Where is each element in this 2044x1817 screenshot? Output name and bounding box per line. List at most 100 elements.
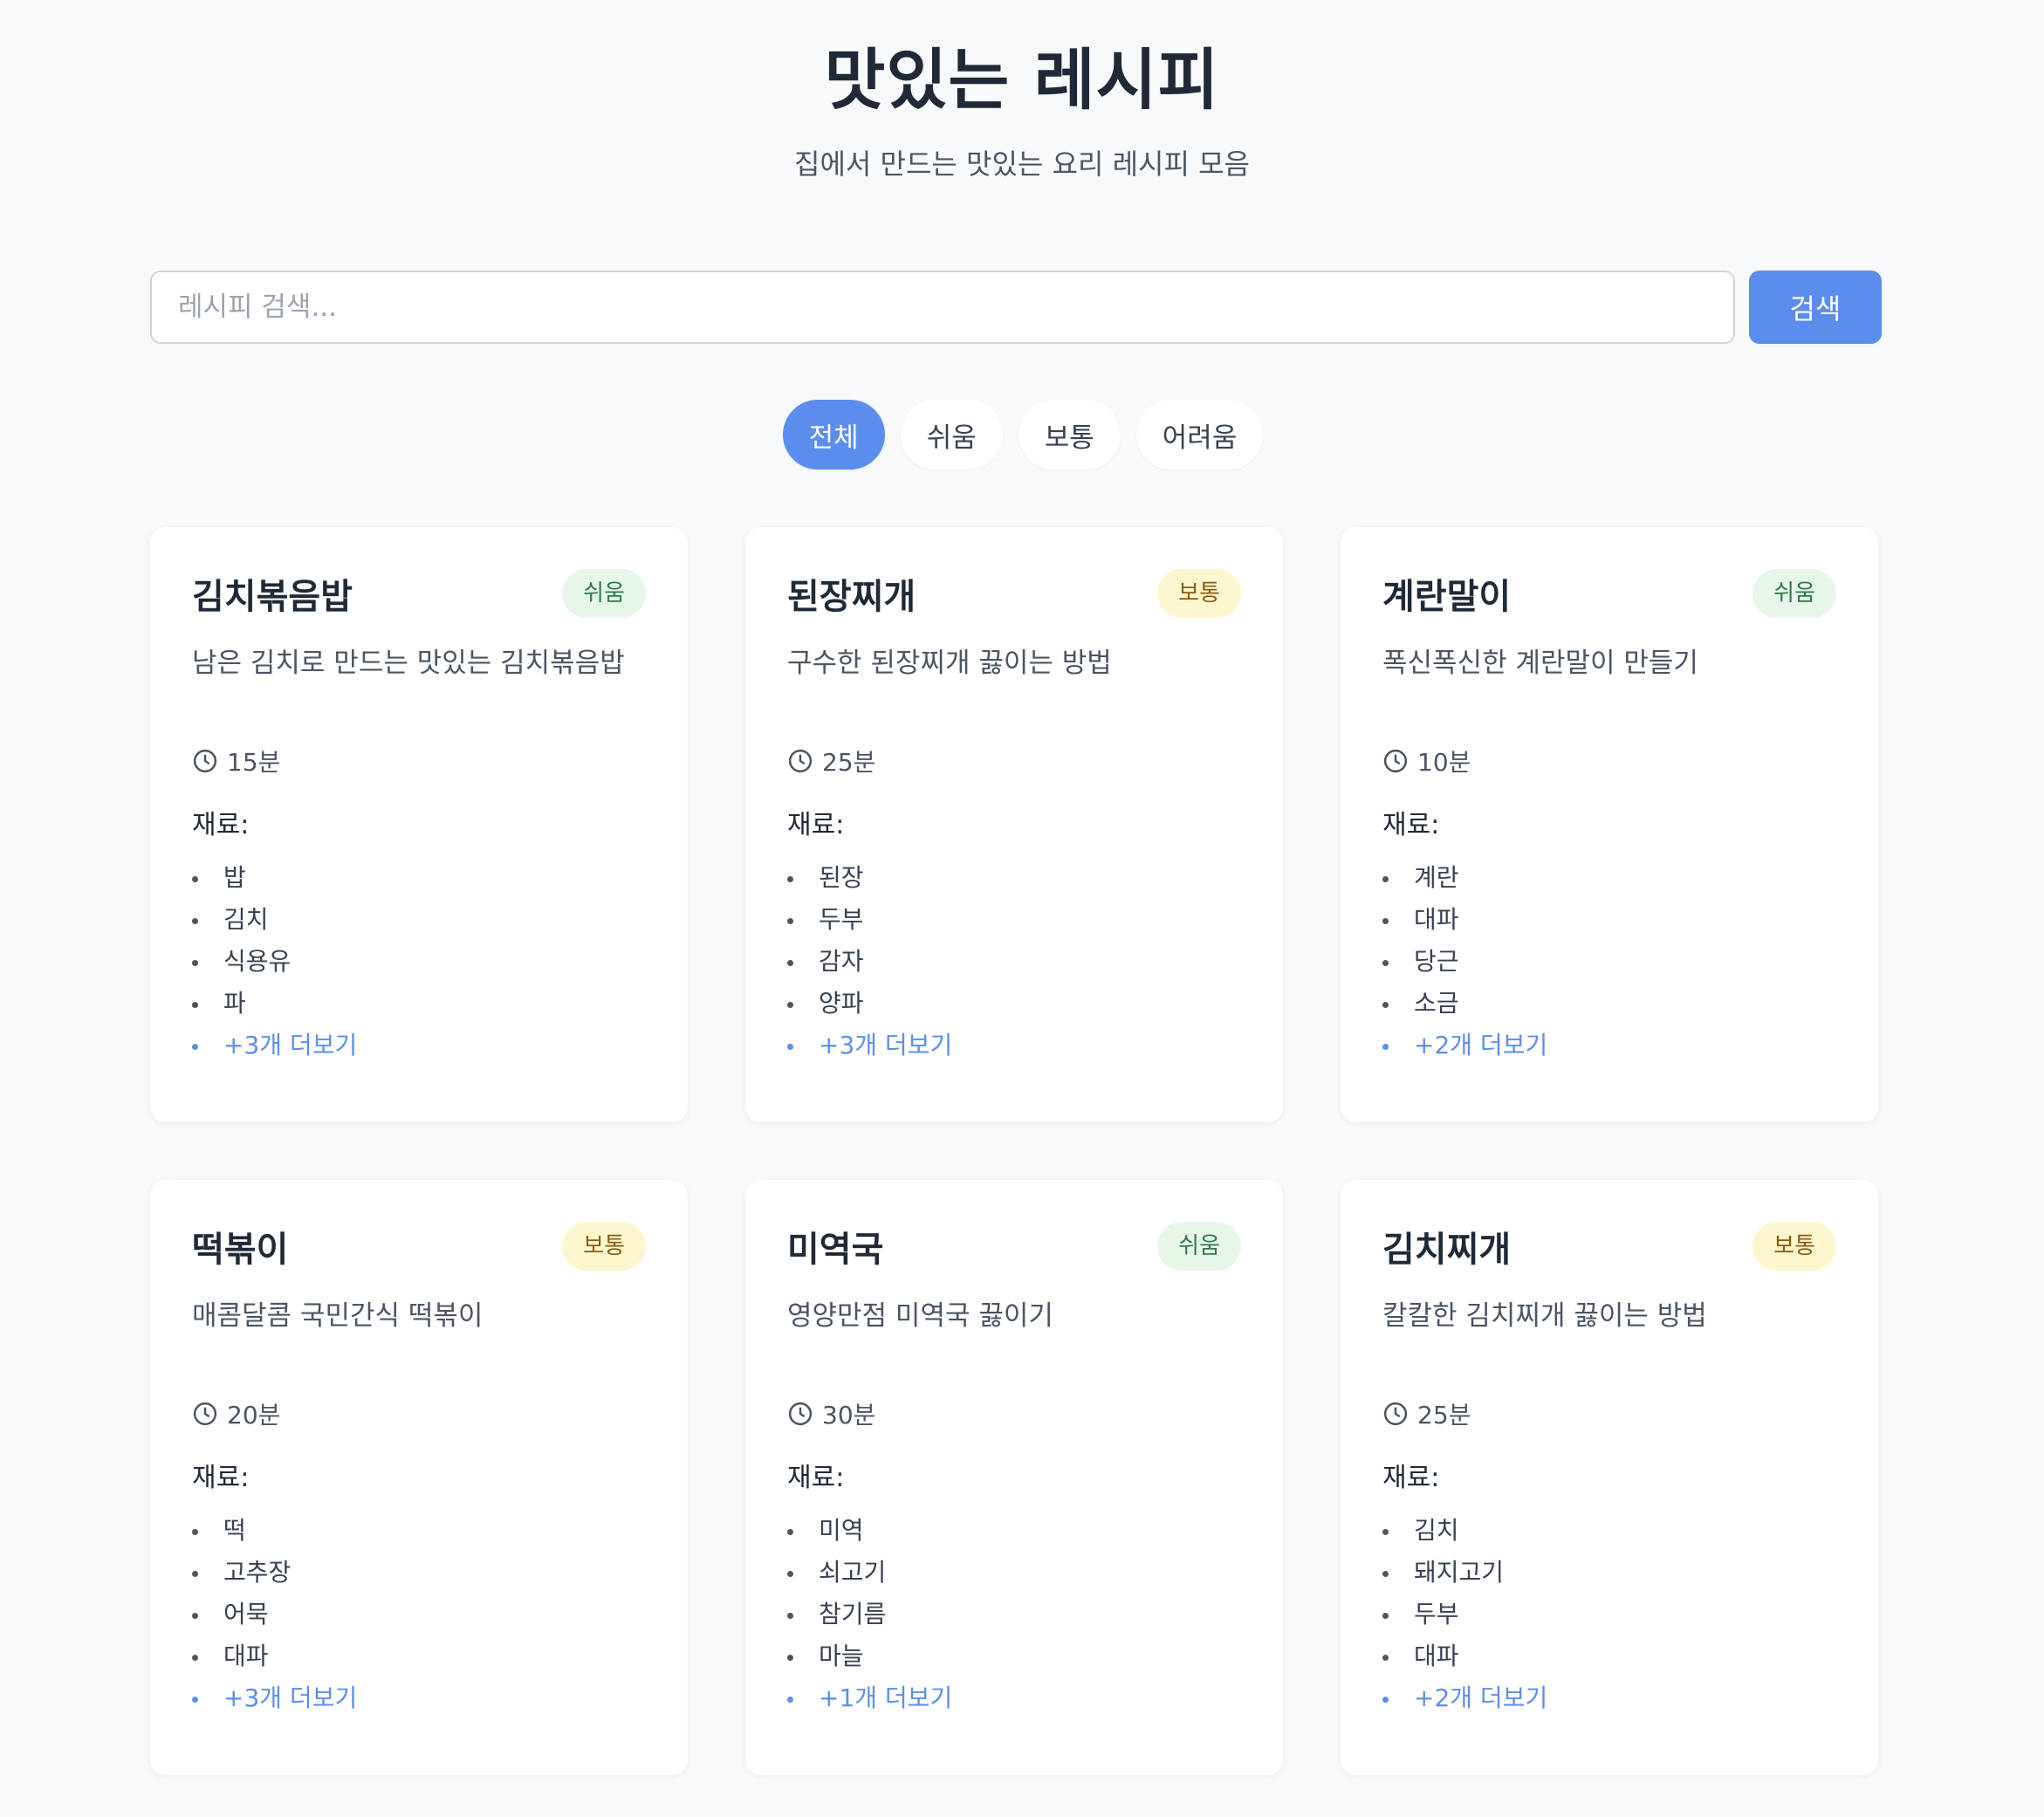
clock-icon [1383, 1402, 1408, 1426]
ingredient-item: 대파 [192, 1635, 646, 1677]
recipe-time-value: 25분 [822, 748, 876, 777]
show-more-ingredients-link[interactable]: +3개 더보기 [192, 1677, 646, 1719]
recipe-time-value: 25분 [1417, 1401, 1471, 1430]
recipe-card[interactable]: 된장찌개 보통 구수한 된장찌개 끓이는 방법 25분 재료: 된장 두부 감자… [745, 527, 1283, 1122]
show-more-ingredients-link[interactable]: +3개 더보기 [192, 1025, 646, 1066]
clock-icon [1383, 749, 1408, 773]
recipe-time: 25분 [787, 744, 1241, 778]
ingredient-item: 고추장 [192, 1552, 646, 1594]
difficulty-badge: 보통 [562, 1222, 646, 1271]
show-more-ingredients-link[interactable]: +1개 더보기 [787, 1677, 1241, 1719]
ingredient-item: 대파 [1382, 1635, 1836, 1677]
clock-icon [193, 1402, 217, 1426]
ingredient-item: 쇠고기 [787, 1552, 1241, 1594]
ingredients-label: 재료: [192, 1463, 250, 1493]
ingredient-item: 대파 [1382, 899, 1836, 941]
recipe-title: 계란말이 [1382, 577, 1512, 617]
recipe-card[interactable]: 김치볶음밥 쉬움 남은 김치로 만드는 맛있는 김치볶음밥 15분 재료: 밥 … [150, 527, 688, 1122]
recipe-time: 20분 [192, 1396, 646, 1431]
page-title: 맛있는 레시피 [824, 41, 1220, 119]
recipe-title: 김치찌개 [1382, 1230, 1512, 1270]
filter-easy-button[interactable]: 쉬움 [900, 400, 1003, 470]
recipe-grid: 김치볶음밥 쉬움 남은 김치로 만드는 맛있는 김치볶음밥 15분 재료: 밥 … [150, 527, 1882, 1775]
ingredient-item: 감자 [787, 941, 1241, 983]
ingredients-list: 미역 쇠고기 참기름 마늘 +1개 더보기 [787, 1510, 1241, 1719]
ingredients-label: 재료: [1382, 810, 1440, 840]
ingredient-item: 식용유 [192, 941, 646, 983]
recipe-time: 30분 [787, 1396, 1241, 1431]
show-more-ingredients-link[interactable]: +2개 더보기 [1382, 1025, 1836, 1066]
ingredients-label: 재료: [192, 810, 250, 840]
ingredient-item: 소금 [1382, 983, 1836, 1025]
ingredients-label: 재료: [1382, 1463, 1440, 1493]
recipe-description: 남은 김치로 만드는 맛있는 김치볶음밥 [192, 648, 625, 679]
recipe-time-value: 15분 [227, 748, 281, 777]
recipe-card-header: 떡볶이 보통 [192, 1220, 646, 1272]
recipe-card[interactable]: 김치찌개 보통 칼칼한 김치찌개 끓이는 방법 25분 재료: 김치 돼지고기 … [1341, 1180, 1878, 1775]
show-more-ingredients-link[interactable]: +2개 더보기 [1382, 1677, 1836, 1719]
ingredient-item: 미역 [787, 1510, 1241, 1552]
ingredient-item: 두부 [787, 899, 1241, 941]
search-bar: 검색 [150, 271, 1882, 344]
clock-icon [193, 749, 217, 773]
clock-icon [788, 1402, 813, 1426]
recipe-card[interactable]: 미역국 쉬움 영양만점 미역국 끓이기 30분 재료: 미역 쇠고기 참기름 마… [745, 1180, 1283, 1775]
ingredient-item: 참기름 [787, 1594, 1241, 1635]
ingredient-item: 파 [192, 983, 646, 1025]
filter-hard-button[interactable]: 어려움 [1135, 400, 1264, 470]
ingredient-item: 밥 [192, 857, 646, 899]
ingredient-item: 떡 [192, 1510, 646, 1552]
recipe-description: 칼칼한 김치찌개 끓이는 방법 [1382, 1300, 1707, 1332]
filter-medium-button[interactable]: 보통 [1018, 400, 1121, 470]
filter-all-button[interactable]: 전체 [782, 400, 885, 470]
difficulty-badge: 보통 [1752, 1222, 1836, 1271]
recipe-title: 된장찌개 [787, 577, 916, 617]
recipe-page: 맛있는 레시피 집에서 만드는 맛있는 요리 레시피 모음 검색 전체 쉬움 보… [0, 0, 2044, 1817]
ingredient-item: 두부 [1382, 1594, 1836, 1635]
recipe-time: 25분 [1382, 1396, 1836, 1431]
recipe-time-value: 30분 [822, 1401, 876, 1430]
ingredients-label: 재료: [787, 810, 845, 840]
ingredient-item: 김치 [1382, 1510, 1836, 1552]
recipe-time-value: 20분 [227, 1401, 281, 1430]
recipe-description: 구수한 된장찌개 끓이는 방법 [787, 648, 1112, 679]
recipe-card-header: 계란말이 쉬움 [1382, 567, 1836, 620]
recipe-title: 미역국 [787, 1230, 884, 1270]
ingredient-item: 김치 [192, 899, 646, 941]
recipe-card-header: 김치볶음밥 쉬움 [192, 567, 646, 620]
ingredients-label: 재료: [787, 1463, 845, 1493]
recipe-time: 10분 [1382, 744, 1836, 778]
ingredient-item: 계란 [1382, 857, 1836, 899]
ingredient-item: 양파 [787, 983, 1241, 1025]
ingredient-item: 돼지고기 [1382, 1552, 1836, 1594]
clock-icon [788, 749, 813, 773]
recipe-card[interactable]: 계란말이 쉬움 폭신폭신한 계란말이 만들기 10분 재료: 계란 대파 당근 … [1341, 527, 1878, 1122]
ingredients-list: 된장 두부 감자 양파 +3개 더보기 [787, 857, 1241, 1066]
search-button[interactable]: 검색 [1749, 271, 1882, 344]
search-input[interactable] [150, 271, 1735, 344]
page-subtitle: 집에서 만드는 맛있는 요리 레시피 모음 [794, 147, 1250, 181]
ingredients-list: 떡 고추장 어묵 대파 +3개 더보기 [192, 1510, 646, 1719]
ingredient-item: 된장 [787, 857, 1241, 899]
recipe-card-header: 김치찌개 보통 [1382, 1220, 1836, 1272]
recipe-time: 15분 [192, 744, 646, 778]
recipe-card[interactable]: 떡볶이 보통 매콤달콤 국민간식 떡볶이 20분 재료: 떡 고추장 어묵 대파… [150, 1180, 688, 1775]
recipe-card-header: 미역국 쉬움 [787, 1220, 1241, 1272]
recipe-time-value: 10분 [1417, 748, 1471, 777]
recipe-description: 영양만점 미역국 끓이기 [787, 1300, 1053, 1332]
difficulty-badge: 보통 [1157, 569, 1241, 618]
ingredient-item: 당근 [1382, 941, 1836, 983]
ingredient-item: 어묵 [192, 1594, 646, 1635]
recipe-card-header: 된장찌개 보통 [787, 567, 1241, 620]
show-more-ingredients-link[interactable]: +3개 더보기 [787, 1025, 1241, 1066]
difficulty-badge: 쉬움 [562, 569, 646, 618]
ingredients-list: 밥 김치 식용유 파 +3개 더보기 [192, 857, 646, 1066]
ingredients-list: 계란 대파 당근 소금 +2개 더보기 [1382, 857, 1836, 1066]
recipe-description: 매콤달콤 국민간식 떡볶이 [192, 1300, 484, 1332]
recipe-title: 떡볶이 [192, 1230, 289, 1270]
recipe-description: 폭신폭신한 계란말이 만들기 [1382, 648, 1698, 679]
ingredient-item: 마늘 [787, 1635, 1241, 1677]
difficulty-badge: 쉬움 [1752, 569, 1836, 618]
ingredients-list: 김치 돼지고기 두부 대파 +2개 더보기 [1382, 1510, 1836, 1719]
recipe-title: 김치볶음밥 [192, 577, 353, 617]
